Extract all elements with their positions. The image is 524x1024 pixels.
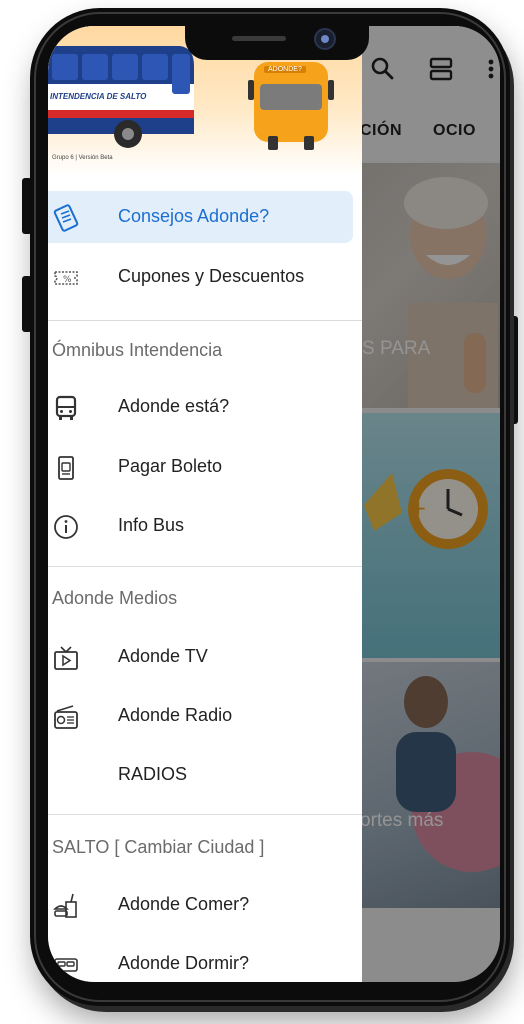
bus-icon xyxy=(52,394,80,422)
nav-item-cupones[interactable]: % Cupones y Descuentos xyxy=(48,251,362,303)
screen: CIÓN OCIO S PARA + ortes más INTENDENCIA… xyxy=(48,26,500,982)
divider xyxy=(48,814,362,815)
nav-item-adonde-radio[interactable]: Adonde Radio xyxy=(48,690,362,742)
nav-item-adonde-comer[interactable]: Adonde Comer? xyxy=(48,879,362,931)
tips-icon xyxy=(52,204,80,232)
nav-label: Adonde Radio xyxy=(118,705,233,725)
coupon-icon: % xyxy=(52,264,80,292)
nav-item-consejos[interactable]: Consejos Adonde? xyxy=(48,191,353,243)
nav-label: Consejos Adonde? xyxy=(118,206,270,226)
section-title-medios: Adonde Medios xyxy=(52,588,178,608)
nav-item-adonde-tv[interactable]: Adonde TV xyxy=(48,631,362,683)
divider xyxy=(48,320,362,321)
nav-label: Adonde Comer? xyxy=(118,894,250,914)
nav-label: Adonde TV xyxy=(118,646,208,666)
info-icon xyxy=(52,513,80,541)
ticket-icon xyxy=(52,454,80,482)
device-frame: CIÓN OCIO S PARA + ortes más INTENDENCIA… xyxy=(0,0,524,1024)
divider xyxy=(48,566,362,567)
nav-label: Info Bus xyxy=(118,515,185,535)
intendencia-bus-illustration xyxy=(48,46,194,148)
nav-label: Cupones y Descuentos xyxy=(118,266,305,286)
nav-label: Adonde está? xyxy=(118,396,230,416)
nav-item-info-bus[interactable]: Info Bus xyxy=(48,500,362,552)
nav-label: Adonde Dormir? xyxy=(118,953,250,973)
bed-icon xyxy=(52,951,80,979)
bus-sign-text: ADONDE? xyxy=(264,66,306,73)
nav-label: RADIOS xyxy=(118,764,188,784)
section-title-omnibus: Ómnibus Intendencia xyxy=(52,340,223,360)
radio-icon xyxy=(52,703,80,731)
nav-item-radios[interactable]: RADIOS xyxy=(48,749,362,801)
navigation-drawer: INTENDENCIA DE SALTO ADONDE? Grupo 6 | V… xyxy=(48,26,362,982)
tv-icon xyxy=(52,644,80,672)
nav-item-pagar-boleto[interactable]: Pagar Boleto xyxy=(48,441,362,493)
nav-item-adonde-esta[interactable]: Adonde está? xyxy=(48,381,362,433)
food-icon xyxy=(52,892,80,920)
version-text: Grupo 6 | Versión Beta xyxy=(52,155,113,161)
svg-text:%: % xyxy=(63,275,72,285)
section-title-city[interactable]: SALTO [ Cambiar Ciudad ] xyxy=(52,837,264,858)
notch xyxy=(185,26,369,60)
speaker-grille xyxy=(232,36,286,41)
nav-item-adonde-dormir[interactable]: Adonde Dormir? xyxy=(48,938,362,982)
nav-label: Pagar Boleto xyxy=(118,456,223,476)
front-camera xyxy=(314,28,336,50)
bus-banner-text: INTENDENCIA DE SALTO xyxy=(50,92,147,101)
